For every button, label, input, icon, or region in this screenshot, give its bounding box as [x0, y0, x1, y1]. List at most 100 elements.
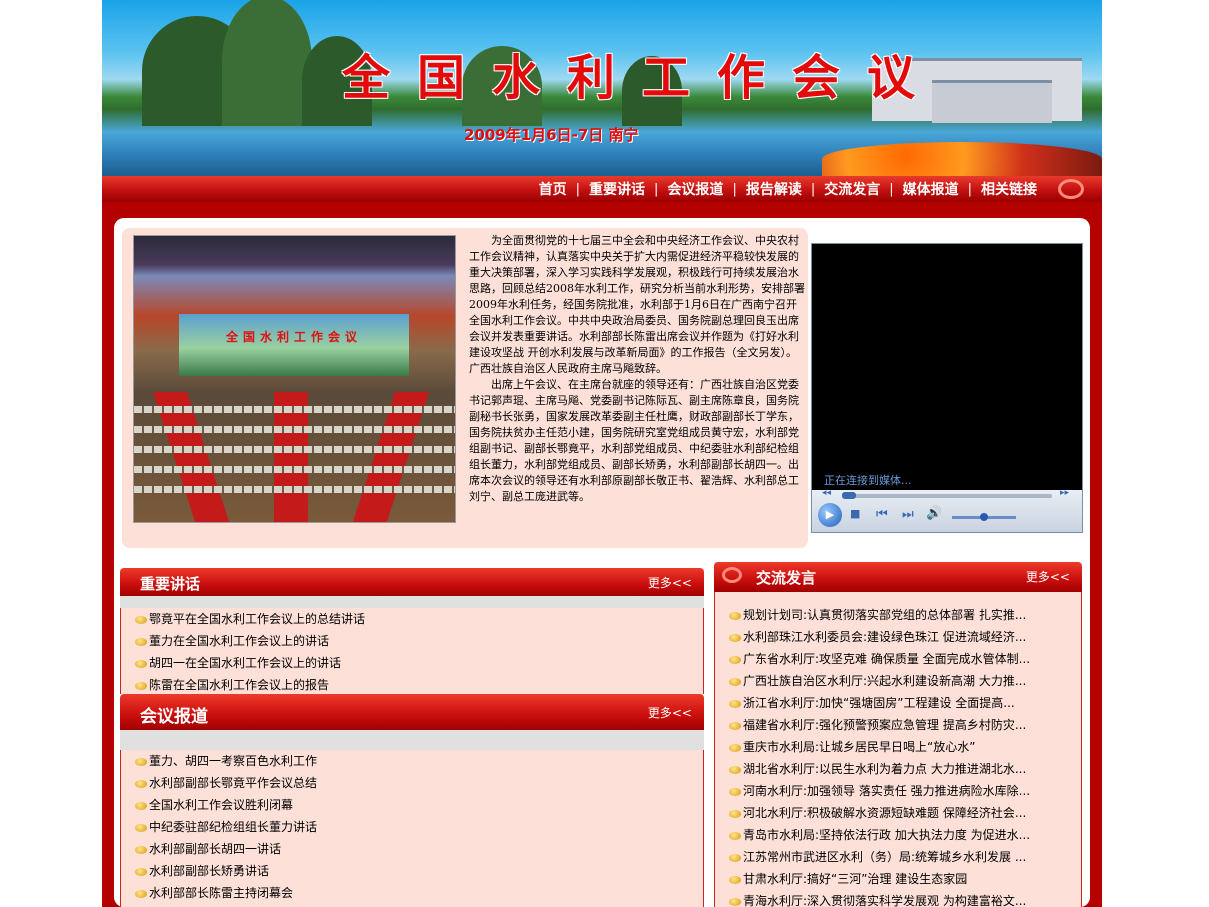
- volume-slider[interactable]: [952, 513, 1016, 521]
- exchange-list: 规划计划司:认真贯彻落实部党组的总体部署 扎实推... 水利部珠江水利委员会:建…: [715, 604, 1081, 907]
- bullet-icon: [135, 758, 147, 766]
- bullet-icon: [729, 788, 741, 796]
- bullet-icon: [729, 810, 741, 818]
- bullet-icon: [135, 868, 147, 876]
- conference-photo: 全国水利工作会议: [133, 235, 456, 523]
- list-item-label: 湖北省水利厅:以民生水利为着力点 大力推进湖北水...: [743, 762, 1027, 776]
- photo-stage-screen: 全国水利工作会议: [179, 314, 409, 376]
- volume-icon[interactable]: 🔊: [926, 506, 942, 521]
- building-decoration: [932, 80, 1052, 123]
- volume-handle[interactable]: [980, 513, 988, 521]
- reports-list: 董力、胡四一考察百色水利工作 水利部副部长鄂竟平作会议总结 全国水利工作会议胜利…: [121, 750, 703, 904]
- list-item-label: 江苏常州市武进区水利（务）局:统筹城乡水利发展 ...: [743, 850, 1027, 864]
- intro-paragraph: 为全面贯彻党的十七届三中全会和中央经济工作会议、中央农村工作会议精神，认真落实中…: [469, 234, 805, 375]
- nav-item-reports[interactable]: 会议报道: [658, 179, 732, 199]
- list-item-label: 青海水利厅:深入贯彻落实科学发展观 为构建富裕文...: [743, 894, 1027, 907]
- list-item-label: 河北水利厅:积极破解水资源短缺难题 保障经济社会...: [743, 806, 1027, 820]
- bullet-icon: [729, 678, 741, 686]
- photo-seat-row: [134, 426, 455, 433]
- list-item[interactable]: 中纪委驻部纪检组组长董力讲话: [121, 816, 703, 838]
- intro-section: 全国水利工作会议 为全面贯彻党的十七届三中全会和中央经济工作会议、中央农村工作会…: [122, 228, 808, 548]
- seek-bar[interactable]: [842, 492, 1052, 499]
- bullet-icon: [135, 846, 147, 854]
- list-item-label: 鄂竟平在全国水利工作会议上的总结讲话: [149, 612, 366, 626]
- list-item[interactable]: 广西壮族自治区水利厅:兴起水利建设新高潮 大力推...: [715, 670, 1081, 692]
- list-item[interactable]: 水利部珠江水利委员会:建设绿色珠江 促进流域经济...: [715, 626, 1081, 648]
- list-item[interactable]: 董力、胡四一考察百色水利工作: [121, 750, 703, 772]
- list-item[interactable]: 广东省水利厅:攻坚克难 确保质量 全面完成水管体制...: [715, 648, 1081, 670]
- nav-item-speeches[interactable]: 重要讲话: [580, 179, 654, 199]
- next-icon[interactable]: ⏭: [902, 507, 914, 522]
- list-item-label: 广西壮族自治区水利厅:兴起水利建设新高潮 大力推...: [743, 674, 1027, 688]
- seek-handle[interactable]: [842, 492, 856, 499]
- player-status: 正在连接到媒体...: [824, 474, 912, 487]
- nav-item-exchange[interactable]: 交流发言: [815, 179, 889, 199]
- main-navigation: 首页 | 重要讲话 | 会议报道 | 报告解读 | 交流发言 | 媒体报道 | …: [102, 176, 1102, 202]
- list-item[interactable]: 河北水利厅:积极破解水资源短缺难题 保障经济社会...: [715, 802, 1081, 824]
- nav-item-home[interactable]: 首页: [530, 179, 576, 199]
- photo-screen-text: 全国水利工作会议: [225, 330, 362, 344]
- bullet-icon: [729, 612, 741, 620]
- stop-icon[interactable]: ■: [850, 507, 860, 520]
- swirl-icon: [1058, 179, 1084, 199]
- play-button[interactable]: ▶: [818, 503, 842, 527]
- bullet-icon: [135, 780, 147, 788]
- nav-item-media[interactable]: 媒体报道: [894, 179, 968, 199]
- previous-icon[interactable]: ⏮: [876, 507, 888, 522]
- reports-header-strip: [120, 730, 704, 750]
- list-item[interactable]: 陈雷在全国水利工作会议上的报告: [121, 674, 703, 696]
- speeches-more-link[interactable]: 更多<<: [648, 574, 692, 591]
- list-item[interactable]: 河南水利厅:加强领导 落实责任 强力推进病险水库除...: [715, 780, 1081, 802]
- bullet-icon: [729, 854, 741, 862]
- speeches-body: 鄂竟平在全国水利工作会议上的总结讲话 董力在全国水利工作会议上的讲话 胡四一在全…: [120, 608, 704, 694]
- list-item[interactable]: 湖北省水利厅:以民生水利为着力点 大力推进湖北水...: [715, 758, 1081, 780]
- bullet-icon: [729, 898, 741, 906]
- list-item[interactable]: 青海水利厅:深入贯彻落实科学发展观 为构建富裕文...: [715, 890, 1081, 907]
- list-item-label: 中纪委驻部纪检组组长董力讲话: [149, 820, 318, 834]
- exchange-more-link[interactable]: 更多<<: [1026, 568, 1070, 585]
- reports-more-link[interactable]: 更多<<: [648, 704, 692, 721]
- list-item[interactable]: 甘肃水利厅:搞好“三河”治理 建设生态家园: [715, 868, 1081, 890]
- list-item[interactable]: 江苏常州市武进区水利（务）局:统筹城乡水利发展 ...: [715, 846, 1081, 868]
- bullet-icon: [729, 766, 741, 774]
- list-item[interactable]: 胡四一在全国水利工作会议上的讲话: [121, 652, 703, 674]
- list-item[interactable]: 鄂竟平在全国水利工作会议上的总结讲话: [121, 608, 703, 630]
- reports-body: 董力、胡四一考察百色水利工作 水利部副部长鄂竟平作会议总结 全国水利工作会议胜利…: [120, 750, 704, 907]
- list-item-label: 青岛市水利局:坚持依法行政 加大执法力度 为促进水...: [743, 828, 1031, 842]
- list-item[interactable]: 全国水利工作会议胜利闭幕: [121, 794, 703, 816]
- nav-item-interpretation[interactable]: 报告解读: [737, 179, 811, 199]
- list-item[interactable]: 水利部副部长胡四一讲话: [121, 838, 703, 860]
- list-item[interactable]: 水利部副部长鄂竟平作会议总结: [121, 772, 703, 794]
- bullet-icon: [135, 616, 147, 624]
- reports-title: 会议报道: [140, 707, 208, 727]
- reports-header: 会议报道 更多<<: [120, 694, 704, 730]
- list-item[interactable]: 规划计划司:认真贯彻落实部党组的总体部署 扎实推...: [715, 604, 1081, 626]
- flower-bed-decoration: [822, 142, 1102, 176]
- list-item[interactable]: 董力在全国水利工作会议上的讲话: [121, 630, 703, 652]
- bullet-icon: [729, 832, 741, 840]
- list-item-label: 董力在全国水利工作会议上的讲话: [149, 634, 330, 648]
- list-item[interactable]: 福建省水利厅:强化预警预案应急管理 提高乡村防灾...: [715, 714, 1081, 736]
- bullet-icon: [135, 660, 147, 668]
- fast-forward-icon[interactable]: ▸▸: [1060, 488, 1069, 498]
- list-item-label: 规划计划司:认真贯彻落实部党组的总体部署 扎实推...: [743, 608, 1027, 622]
- list-item[interactable]: 重庆市水利局:让城乡居民早日喝上“放心水”: [715, 736, 1081, 758]
- exchange-panel: 交流发言 更多<< 规划计划司:认真贯彻落实部党组的总体部署 扎实推... 水利…: [714, 562, 1082, 907]
- list-item-label: 河南水利厅:加强领导 落实责任 强力推进病险水库除...: [743, 784, 1031, 798]
- intro-article: 为全面贯彻党的十七届三中全会和中央经济工作会议、中央农村工作会议精神，认真落实中…: [469, 233, 807, 505]
- list-item[interactable]: 青岛市水利局:坚持依法行政 加大执法力度 为促进水...: [715, 824, 1081, 846]
- list-item[interactable]: 水利部部长陈雷主持闭幕会: [121, 882, 703, 904]
- list-item-label: 广东省水利厅:攻坚克难 确保质量 全面完成水管体制...: [743, 652, 1031, 666]
- rewind-icon[interactable]: ◂◂: [822, 488, 831, 498]
- bullet-icon: [729, 876, 741, 884]
- intro-paragraph: 出席上午会议、在主席台就座的领导还有：广西壮族自治区党委书记郭声琨、主席马飚、党…: [469, 378, 799, 503]
- player-controls: ◂◂ ▸▸ ▶ ■ ⏮ ⏭ 🔊: [812, 488, 1082, 532]
- media-player[interactable]: 正在连接到媒体... ◂◂ ▸▸ ▶ ■ ⏮ ⏭ 🔊: [811, 243, 1083, 533]
- nav-item-links[interactable]: 相关链接: [972, 179, 1046, 199]
- list-item-label: 水利部副部长鄂竟平作会议总结: [149, 776, 318, 790]
- list-item-label: 甘肃水利厅:搞好“三河”治理 建设生态家园: [743, 872, 968, 886]
- list-item[interactable]: 水利部副部长矫勇讲话: [121, 860, 703, 882]
- list-item[interactable]: 浙江省水利厅:加快“强塘固房”工程建设 全面提高...: [715, 692, 1081, 714]
- bullet-icon: [729, 744, 741, 752]
- exchange-body: 规划计划司:认真贯彻落实部党组的总体部署 扎实推... 水利部珠江水利委员会:建…: [714, 592, 1082, 907]
